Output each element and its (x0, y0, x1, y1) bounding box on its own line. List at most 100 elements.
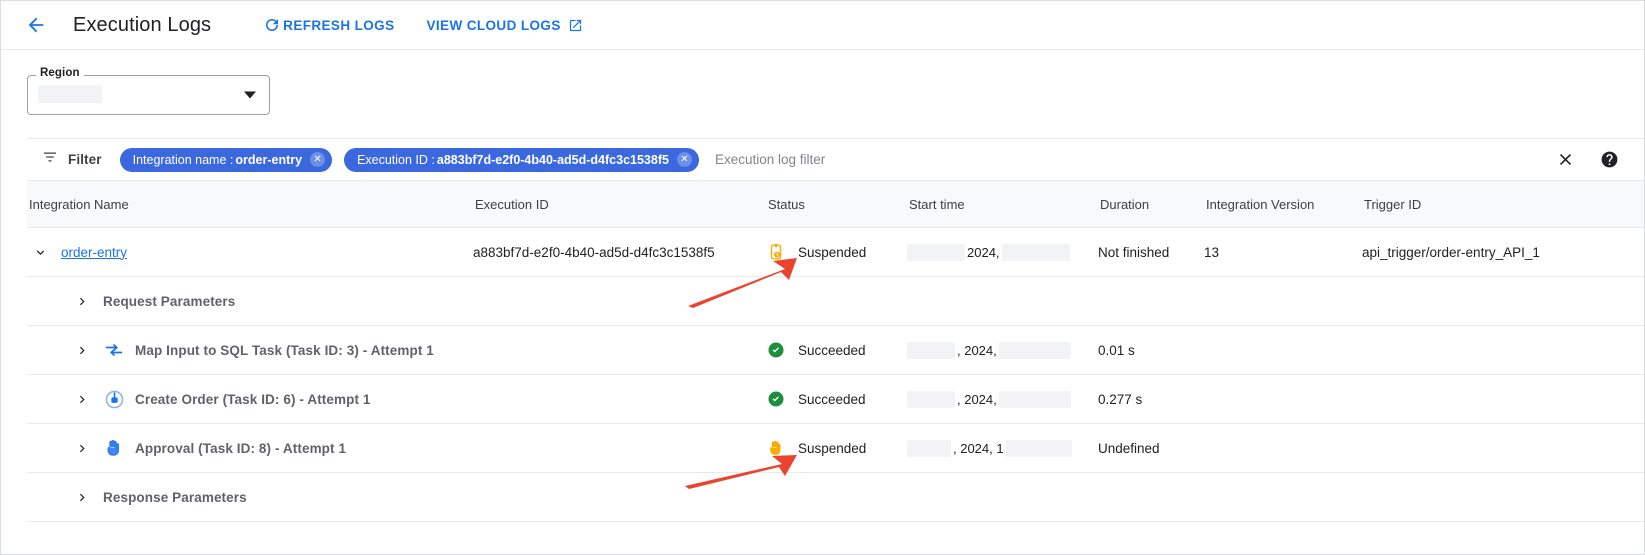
filter-chip-execution-id[interactable]: Execution ID : a883bf7d-e2f0-4b40-ad5d-d… (344, 147, 699, 172)
redacted-date-part (907, 390, 955, 408)
start-time-visible-text: , 2024, (957, 342, 997, 358)
arrow-back-icon (28, 17, 44, 33)
chip-label: Integration name : (132, 152, 234, 167)
close-icon (1559, 153, 1571, 166)
redacted-time-part (1005, 439, 1072, 457)
table-row[interactable]: Response Parameters (27, 473, 1644, 522)
cell-duration: Not finished (1098, 244, 1170, 260)
cell-execution-id: a883bf7d-e2f0-4b40-ad5d-d4fc3c1538f5 (473, 244, 715, 260)
chevron-right-icon[interactable] (69, 441, 95, 456)
cell-integration-name: Create Order (Task ID: 6) - Attempt 1 (27, 388, 473, 410)
page-title: Execution Logs (73, 13, 212, 36)
status-label: Succeeded (798, 342, 866, 358)
cell-start-time: , 2024, (907, 390, 1098, 408)
chip-remove-icon[interactable]: ✕ (676, 152, 692, 167)
status-label: Succeeded (798, 391, 866, 407)
section-label-request-parameters: Request Parameters (103, 293, 236, 309)
help-button[interactable] (1598, 149, 1620, 171)
view-cloud-logs-button[interactable]: VIEW CLOUD LOGS (426, 18, 582, 33)
cell-duration: Undefined (1098, 440, 1160, 456)
chip-value: a883bf7d-e2f0-4b40-ad5d-d4fc3c1538f5 (436, 152, 669, 167)
filter-label: Filter (68, 152, 102, 167)
refresh-icon (263, 16, 281, 34)
filter-chip-list: Integration name : order-entry ✕ Executi… (119, 147, 699, 172)
cell-trigger-id: api_trigger/order-entry_API_1 (1362, 244, 1540, 260)
cell-integration-name: order-entry (27, 245, 473, 260)
cell-integration-name: Response Parameters (27, 490, 473, 505)
cell-start-time: , 2024, 1 (907, 439, 1098, 457)
table-row[interactable]: order-entry a883bf7d-e2f0-4b40-ad5d-d4fc… (27, 228, 1644, 277)
cell-integration-version: 13 (1204, 244, 1220, 260)
filter-bar: Filter Integration name : order-entry ✕ … (27, 138, 1644, 180)
app-bar-actions: REFRESH LOGS VIEW CLOUD LOGS (263, 16, 583, 34)
cell-integration-name: Request Parameters (27, 294, 473, 309)
chevron-right-icon[interactable] (69, 392, 95, 407)
region-select[interactable]: Region (27, 67, 270, 115)
column-header-execution-id: Execution ID (475, 196, 549, 212)
table-row[interactable]: Map Input to SQL Task (Task ID: 3) - Att… (27, 326, 1644, 375)
cell-status: Succeeded (766, 389, 907, 409)
cell-start-time: 2024, (907, 243, 1098, 261)
table-row[interactable]: Create Order (Task ID: 6) - Attempt 1 Su… (27, 375, 1644, 424)
help-icon (1601, 151, 1617, 168)
chip-label: Execution ID : (357, 152, 435, 167)
column-header-integration-name: Integration Name (29, 196, 129, 212)
redacted-date-part (907, 243, 965, 261)
chevron-down-icon[interactable] (244, 91, 256, 99)
execution-log-filter-input[interactable] (714, 152, 1554, 167)
chevron-right-icon[interactable] (69, 490, 95, 505)
cell-duration: 0.01 s (1098, 342, 1135, 358)
start-time-visible-text: 2024, (967, 244, 1000, 260)
filter-bar-actions (1554, 149, 1620, 171)
redacted-date-part (907, 341, 955, 359)
table-row[interactable]: Approval (Task ID: 8) - Attempt 1 Suspen… (27, 424, 1644, 473)
map-transform-icon (103, 339, 125, 361)
column-header-status: Status (768, 196, 805, 212)
start-time-visible-text: , 2024, (957, 391, 997, 407)
task-label-map-input: Map Input to SQL Task (Task ID: 3) - Att… (135, 342, 434, 358)
app-bar: Execution Logs REFRESH LOGS VIEW CLOUD L… (1, 1, 1644, 50)
check-circle-icon (766, 389, 786, 409)
filter-button[interactable]: Filter (41, 148, 102, 171)
column-header-duration: Duration (1100, 196, 1150, 212)
cell-status: Suspended (766, 438, 907, 458)
suspended-hand-icon (766, 438, 786, 458)
execution-logs-page: Execution Logs REFRESH LOGS VIEW CLOUD L… (0, 0, 1645, 555)
chip-value: order-entry (235, 152, 303, 167)
redacted-date-part (907, 439, 951, 457)
chip-remove-icon[interactable]: ✕ (310, 152, 326, 167)
start-time-visible-text: , 2024, 1 (953, 440, 1004, 456)
redacted-time-part (1001, 243, 1070, 261)
chevron-right-icon[interactable] (69, 294, 95, 309)
chevron-down-icon[interactable] (27, 245, 53, 260)
suspended-clipboard-icon (766, 242, 786, 262)
filter-list-icon (41, 148, 59, 171)
column-header-trigger-id: Trigger ID (1364, 196, 1422, 212)
clear-filters-button[interactable] (1554, 149, 1576, 171)
refresh-logs-button[interactable]: REFRESH LOGS (263, 16, 394, 34)
status-label: Suspended (798, 244, 867, 260)
section-label-response-parameters: Response Parameters (103, 489, 247, 505)
status-label: Suspended (798, 440, 867, 456)
chevron-right-icon[interactable] (69, 343, 95, 358)
approval-hand-icon (103, 437, 125, 459)
redacted-time-part (998, 341, 1071, 359)
open-in-new-icon (568, 18, 583, 33)
region-label: Region (36, 67, 84, 79)
check-circle-icon (766, 340, 786, 360)
cell-start-time: , 2024, (907, 341, 1098, 359)
region-selected-value (38, 85, 102, 103)
column-header-start-time: Start time (909, 196, 965, 212)
cell-status: Suspended (766, 242, 907, 262)
filter-chip-integration-name[interactable]: Integration name : order-entry ✕ (119, 147, 333, 172)
back-button[interactable] (19, 8, 53, 42)
column-header-integration-version: Integration Version (1206, 196, 1315, 212)
redacted-time-part (998, 390, 1071, 408)
cell-status: Succeeded (766, 340, 907, 360)
table-row[interactable]: Request Parameters (27, 277, 1644, 326)
task-label-approval: Approval (Task ID: 8) - Attempt 1 (135, 440, 347, 456)
refresh-logs-label: REFRESH LOGS (283, 17, 395, 33)
task-label-create-order: Create Order (Task ID: 6) - Attempt 1 (135, 391, 371, 407)
cell-integration-name: Map Input to SQL Task (Task ID: 3) - Att… (27, 339, 473, 361)
integration-name-link[interactable]: order-entry (61, 245, 127, 260)
